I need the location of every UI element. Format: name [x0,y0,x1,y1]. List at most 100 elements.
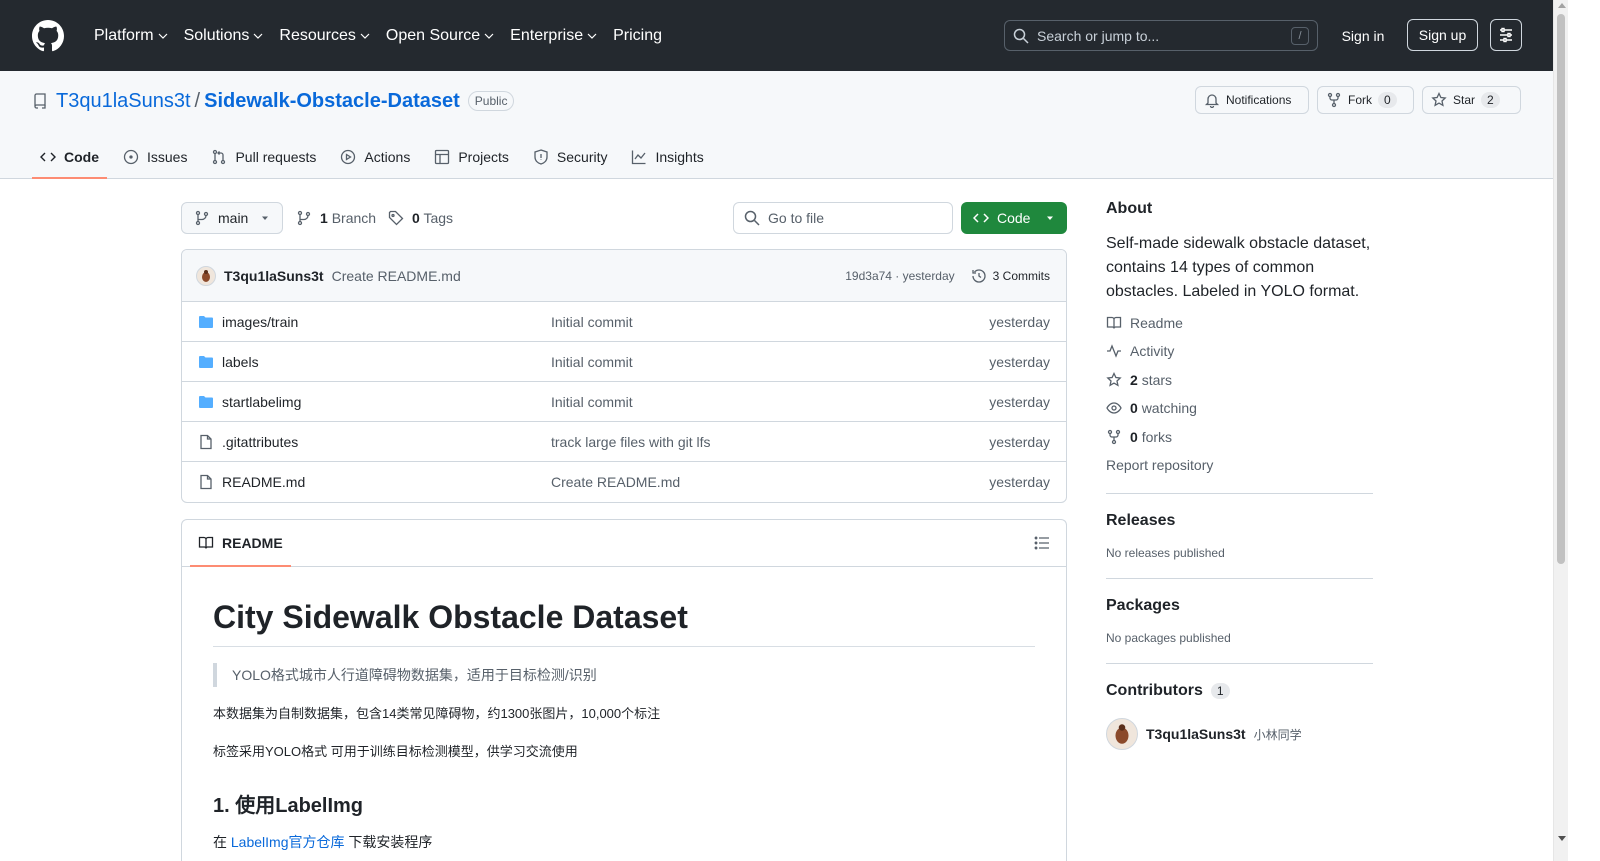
latest-commit-bar: T3qu1laSuns3t Create README.md 19d3a74 ·… [182,250,1066,302]
report-repository-link[interactable]: Report repository [1106,455,1373,475]
tag-icon [388,210,404,226]
table-row[interactable]: labels Initial commit yesterday [182,342,1066,382]
fork-button[interactable]: Fork 0 [1317,86,1414,114]
nav-open-source[interactable]: Open Source [378,20,502,52]
nav-solutions[interactable]: Solutions [176,20,272,52]
commits-link[interactable]: 3 Commits [971,268,1050,284]
sign-up-button[interactable]: Sign up [1407,19,1478,51]
file-date: yesterday [989,393,1050,410]
readme-paragraph: 在 LabelImg官方仓库 下载安装程序 [213,832,1035,852]
tab-code[interactable]: Code [32,137,107,179]
code-dropdown-button[interactable]: Code [961,202,1067,234]
tab-label: Projects [458,149,509,165]
file-date: yesterday [989,474,1050,490]
file-name-link[interactable]: images/train [222,314,542,330]
branches-link[interactable]: 1 Branch [296,210,376,226]
global-nav: Platform Solutions Resources Open Source… [86,20,670,52]
chevron-down-icon [587,33,597,39]
tab-projects[interactable]: Projects [426,137,517,177]
beetle-avatar-icon [202,269,210,282]
stars-link[interactable]: 2 stars [1106,370,1373,390]
nav-pricing[interactable]: Pricing [605,20,670,52]
file-commit-message[interactable]: Create README.md [551,474,680,490]
file-date: yesterday [989,433,1050,450]
history-icon [972,268,986,283]
contributors-section: Contributors 1 T3qu1laSuns3t 小林同学 [1106,663,1373,750]
file-commit-message[interactable]: Initial commit [551,354,633,370]
fork-icon [1327,92,1341,108]
tab-label: Pull requests [235,149,317,165]
file-name-link[interactable]: labels [222,354,542,370]
go-to-file-input[interactable]: Go to file [733,202,953,234]
scroll-up-arrow-icon[interactable] [1558,3,1566,8]
beetle-avatar-icon [1115,724,1129,744]
file-commit-message[interactable]: Initial commit [551,314,633,330]
readme-heading: 1. 使用LabelImg [213,795,364,817]
star-button[interactable]: Star 2 [1422,86,1521,114]
file-name-link[interactable]: README.md [222,474,542,490]
readme-paragraph: 本数据集为自制数据集，包含14类常见障碍物，约1300张图片，10,000个标注 [213,706,661,721]
avatar[interactable] [1106,718,1138,750]
tab-issues[interactable]: Issues [115,137,195,177]
outline-button[interactable] [1034,535,1050,554]
nav-enterprise[interactable]: Enterprise [502,20,605,52]
commit-sha-time[interactable]: 19d3a74 · yesterday [845,269,954,283]
file-commit-message[interactable]: Initial commit [551,394,633,410]
commit-author-link[interactable]: T3qu1laSuns3t [224,268,324,284]
notifications-label: Notifications [1226,93,1292,107]
forks-count: 0 [1130,428,1138,445]
readme-tab[interactable]: README [190,520,291,567]
file-date: yesterday [989,313,1050,330]
table-row[interactable]: startlabelimg Initial commit yesterday [182,382,1066,422]
tab-security[interactable]: Security [525,137,616,177]
contributor-name[interactable]: T3qu1laSuns3t [1146,726,1246,742]
forks-link[interactable]: 0 forks [1106,427,1373,447]
activity-link[interactable]: Activity [1106,341,1373,361]
watching-label: watching [1141,400,1197,416]
scrollbar-thumb[interactable] [1557,14,1565,564]
caret-down-icon [262,216,268,220]
file-date: yesterday [989,353,1050,370]
search-icon [744,210,760,226]
about-description: Self-made sidewalk obstacle dataset, con… [1106,235,1371,300]
commit-message-link[interactable]: Create README.md [332,268,461,284]
repo-name-link[interactable]: Sidewalk-Obstacle-Dataset [204,90,460,113]
file-name-link[interactable]: startlabelimg [222,394,542,410]
tab-actions[interactable]: Actions [332,137,418,177]
repo-separator: / [194,89,201,112]
tab-label: Code [64,149,99,165]
packages-heading[interactable]: Packages [1106,597,1373,615]
scroll-down-arrow-icon[interactable] [1558,836,1566,841]
file-commit-message[interactable]: track large files with git lfs [551,434,711,450]
notifications-button[interactable]: Notifications [1195,86,1309,114]
branch-selector[interactable]: main [181,202,283,234]
table-row[interactable]: README.md Create README.md yesterday [182,462,1066,502]
folder-icon [199,355,213,368]
menu-button[interactable] [1490,19,1522,51]
bell-icon [1204,94,1220,108]
avatar[interactable] [196,265,216,286]
readme-link[interactable]: Readme [1106,313,1373,333]
watching-link[interactable]: 0 watching [1106,398,1373,418]
table-row[interactable]: images/train Initial commit yesterday [182,302,1066,342]
contributors-heading[interactable]: Contributors 1 [1106,682,1373,700]
page-scrollbar[interactable] [1553,0,1568,861]
tab-insights[interactable]: Insights [623,137,711,177]
repo-icon [34,93,46,109]
sign-in-link[interactable]: Sign in [1331,20,1395,51]
contributor-item[interactable]: T3qu1laSuns3t 小林同学 [1106,718,1373,750]
nav-resources[interactable]: Resources [271,20,377,52]
tab-pull-requests[interactable]: Pull requests [203,137,324,177]
file-name-link[interactable]: .gitattributes [222,434,542,450]
releases-heading[interactable]: Releases [1106,512,1373,530]
github-logo-icon[interactable] [32,19,64,52]
search-input[interactable]: Search or jump to... / [1004,20,1318,51]
labelimg-link[interactable]: LabelImg官方仓库 [231,834,345,850]
repo-owner-link[interactable]: T3qu1laSuns3t [56,90,191,113]
nav-platform[interactable]: Platform [86,20,176,52]
table-row[interactable]: .gitattributes track large files with gi… [182,422,1066,462]
readme-blockquote: YOLO格式城市人行道障碍物数据集，适用于目标检测/识别 [213,663,1035,687]
folder-icon [199,395,213,408]
tags-link[interactable]: 0 Tags [388,210,453,226]
shield-icon [534,149,548,165]
